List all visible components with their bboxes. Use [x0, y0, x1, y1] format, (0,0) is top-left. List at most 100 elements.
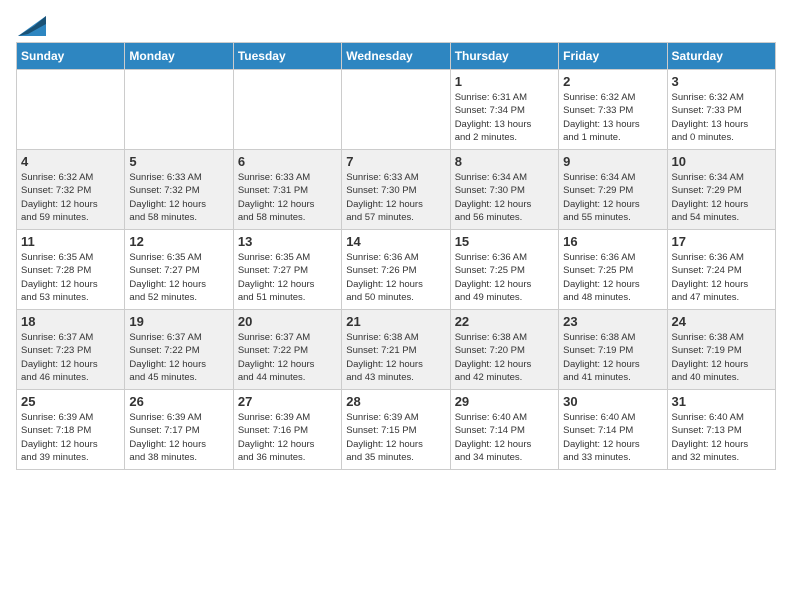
day-info: Sunrise: 6:38 AM Sunset: 7:19 PM Dayligh… — [672, 331, 771, 384]
day-info: Sunrise: 6:40 AM Sunset: 7:14 PM Dayligh… — [563, 411, 662, 464]
weekday-header: Saturday — [667, 43, 775, 70]
day-number: 13 — [238, 234, 337, 249]
calendar-cell: 22Sunrise: 6:38 AM Sunset: 7:20 PM Dayli… — [450, 310, 558, 390]
calendar-cell — [125, 70, 233, 150]
day-info: Sunrise: 6:37 AM Sunset: 7:22 PM Dayligh… — [238, 331, 337, 384]
day-info: Sunrise: 6:31 AM Sunset: 7:34 PM Dayligh… — [455, 91, 554, 144]
weekday-header: Thursday — [450, 43, 558, 70]
day-info: Sunrise: 6:36 AM Sunset: 7:25 PM Dayligh… — [563, 251, 662, 304]
calendar-cell: 4 Sunrise: 6:32 AM Sunset: 7:32 PM Daylig… — [17, 150, 125, 230]
calendar-cell: 6 Sunrise: 6:33 AM Sunset: 7:31 PM Daylig… — [233, 150, 341, 230]
calendar-cell: 23 Sunrise: 6:38 AM Sunset: 7:19 PM Dayli… — [559, 310, 667, 390]
day-info: Sunrise: 6:38 AM Sunset: 7:19 PM Dayligh… — [563, 331, 662, 384]
day-number: 11 — [21, 234, 120, 249]
calendar-cell: 1 Sunrise: 6:31 AM Sunset: 7:34 PM Daylig… — [450, 70, 558, 150]
calendar-cell: 11Sunrise: 6:35 AM Sunset: 7:28 PM Dayli… — [17, 230, 125, 310]
calendar-cell: 24 Sunrise: 6:38 AM Sunset: 7:19 PM Dayli… — [667, 310, 775, 390]
day-number: 7 — [346, 154, 445, 169]
calendar-cell: 10 Sunrise: 6:34 AM Sunset: 7:29 PM Dayli… — [667, 150, 775, 230]
day-info: Sunrise: 6:34 AM Sunset: 7:30 PM Dayligh… — [455, 171, 554, 224]
day-number: 16 — [563, 234, 662, 249]
calendar-cell: 7 Sunrise: 6:33 AM Sunset: 7:30 PM Daylig… — [342, 150, 450, 230]
day-number: 21 — [346, 314, 445, 329]
page-header — [16, 16, 776, 32]
day-number: 24 — [672, 314, 771, 329]
day-number: 15 — [455, 234, 554, 249]
calendar-cell: 13 Sunrise: 6:35 AM Sunset: 7:27 PM Dayli… — [233, 230, 341, 310]
logo — [16, 16, 46, 32]
day-info: Sunrise: 6:39 AM Sunset: 7:18 PM Dayligh… — [21, 411, 120, 464]
calendar-week-row: 11Sunrise: 6:35 AM Sunset: 7:28 PM Dayli… — [17, 230, 776, 310]
calendar-cell: 9 Sunrise: 6:34 AM Sunset: 7:29 PM Daylig… — [559, 150, 667, 230]
day-number: 17 — [672, 234, 771, 249]
day-number: 18 — [21, 314, 120, 329]
day-info: Sunrise: 6:32 AM Sunset: 7:32 PM Dayligh… — [21, 171, 120, 224]
day-number: 19 — [129, 314, 228, 329]
day-number: 31 — [672, 394, 771, 409]
calendar-cell — [17, 70, 125, 150]
day-number: 14 — [346, 234, 445, 249]
calendar-cell: 26 Sunrise: 6:39 AM Sunset: 7:17 PM Dayli… — [125, 390, 233, 470]
day-info: Sunrise: 6:38 AM Sunset: 7:21 PM Dayligh… — [346, 331, 445, 384]
calendar-week-row: 4 Sunrise: 6:32 AM Sunset: 7:32 PM Daylig… — [17, 150, 776, 230]
day-number: 30 — [563, 394, 662, 409]
calendar-cell: 5 Sunrise: 6:33 AM Sunset: 7:32 PM Daylig… — [125, 150, 233, 230]
calendar-cell: 16 Sunrise: 6:36 AM Sunset: 7:25 PM Dayli… — [559, 230, 667, 310]
day-number: 20 — [238, 314, 337, 329]
day-info: Sunrise: 6:40 AM Sunset: 7:14 PM Dayligh… — [455, 411, 554, 464]
day-info: Sunrise: 6:33 AM Sunset: 7:32 PM Dayligh… — [129, 171, 228, 224]
weekday-header: Wednesday — [342, 43, 450, 70]
calendar-cell: 19 Sunrise: 6:37 AM Sunset: 7:22 PM Dayli… — [125, 310, 233, 390]
day-info: Sunrise: 6:36 AM Sunset: 7:26 PM Dayligh… — [346, 251, 445, 304]
day-info: Sunrise: 6:32 AM Sunset: 7:33 PM Dayligh… — [672, 91, 771, 144]
day-info: Sunrise: 6:39 AM Sunset: 7:17 PM Dayligh… — [129, 411, 228, 464]
calendar-cell: 8 Sunrise: 6:34 AM Sunset: 7:30 PM Daylig… — [450, 150, 558, 230]
calendar-week-row: 1 Sunrise: 6:31 AM Sunset: 7:34 PM Daylig… — [17, 70, 776, 150]
day-info: Sunrise: 6:33 AM Sunset: 7:31 PM Dayligh… — [238, 171, 337, 224]
day-number: 6 — [238, 154, 337, 169]
day-info: Sunrise: 6:34 AM Sunset: 7:29 PM Dayligh… — [563, 171, 662, 224]
day-number: 3 — [672, 74, 771, 89]
calendar-week-row: 18 Sunrise: 6:37 AM Sunset: 7:23 PM Dayli… — [17, 310, 776, 390]
day-number: 8 — [455, 154, 554, 169]
day-info: Sunrise: 6:37 AM Sunset: 7:22 PM Dayligh… — [129, 331, 228, 384]
day-number: 29 — [455, 394, 554, 409]
calendar-cell: 14 Sunrise: 6:36 AM Sunset: 7:26 PM Dayli… — [342, 230, 450, 310]
calendar-cell: 29 Sunrise: 6:40 AM Sunset: 7:14 PM Dayli… — [450, 390, 558, 470]
calendar-header-row: SundayMondayTuesdayWednesdayThursdayFrid… — [17, 43, 776, 70]
weekday-header: Sunday — [17, 43, 125, 70]
logo-icon — [18, 16, 46, 36]
day-number: 27 — [238, 394, 337, 409]
weekday-header: Friday — [559, 43, 667, 70]
day-info: Sunrise: 6:40 AM Sunset: 7:13 PM Dayligh… — [672, 411, 771, 464]
day-number: 1 — [455, 74, 554, 89]
day-number: 5 — [129, 154, 228, 169]
day-number: 23 — [563, 314, 662, 329]
day-info: Sunrise: 6:33 AM Sunset: 7:30 PM Dayligh… — [346, 171, 445, 224]
weekday-header: Monday — [125, 43, 233, 70]
day-info: Sunrise: 6:39 AM Sunset: 7:15 PM Dayligh… — [346, 411, 445, 464]
day-number: 10 — [672, 154, 771, 169]
day-number: 4 — [21, 154, 120, 169]
day-number: 9 — [563, 154, 662, 169]
day-number: 2 — [563, 74, 662, 89]
day-info: Sunrise: 6:38 AM Sunset: 7:20 PM Dayligh… — [455, 331, 554, 384]
calendar-cell: 12Sunrise: 6:35 AM Sunset: 7:27 PM Dayli… — [125, 230, 233, 310]
calendar-week-row: 25Sunrise: 6:39 AM Sunset: 7:18 PM Dayli… — [17, 390, 776, 470]
calendar-cell: 18 Sunrise: 6:37 AM Sunset: 7:23 PM Dayli… — [17, 310, 125, 390]
calendar-cell: 2Sunrise: 6:32 AM Sunset: 7:33 PM Daylig… — [559, 70, 667, 150]
day-info: Sunrise: 6:35 AM Sunset: 7:27 PM Dayligh… — [238, 251, 337, 304]
calendar-cell: 20 Sunrise: 6:37 AM Sunset: 7:22 PM Dayli… — [233, 310, 341, 390]
calendar-table: SundayMondayTuesdayWednesdayThursdayFrid… — [16, 42, 776, 470]
day-info: Sunrise: 6:34 AM Sunset: 7:29 PM Dayligh… — [672, 171, 771, 224]
day-info: Sunrise: 6:37 AM Sunset: 7:23 PM Dayligh… — [21, 331, 120, 384]
calendar-cell: 30 Sunrise: 6:40 AM Sunset: 7:14 PM Dayli… — [559, 390, 667, 470]
day-number: 12 — [129, 234, 228, 249]
calendar-cell: 31 Sunrise: 6:40 AM Sunset: 7:13 PM Dayli… — [667, 390, 775, 470]
day-number: 28 — [346, 394, 445, 409]
calendar-cell: 27Sunrise: 6:39 AM Sunset: 7:16 PM Dayli… — [233, 390, 341, 470]
day-info: Sunrise: 6:36 AM Sunset: 7:25 PM Dayligh… — [455, 251, 554, 304]
calendar-cell — [342, 70, 450, 150]
calendar-cell — [233, 70, 341, 150]
day-number: 26 — [129, 394, 228, 409]
